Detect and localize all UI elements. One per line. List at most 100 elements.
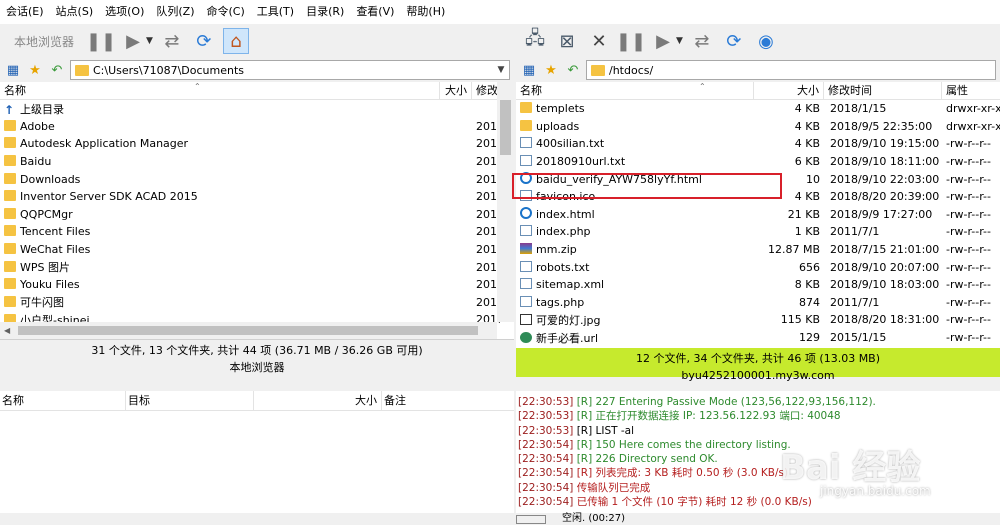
column-size[interactable]: 大小 <box>440 81 472 100</box>
favorite-star-icon[interactable]: ★ <box>26 63 44 78</box>
folder-icon <box>4 137 16 149</box>
file-name-cell: index.php <box>516 225 754 238</box>
menu-item[interactable]: 会话(E) <box>0 0 50 24</box>
refresh-icon[interactable]: ⟳ <box>191 28 217 54</box>
column-name[interactable]: 名称 <box>516 81 754 100</box>
file-size: 8 KB <box>794 278 820 292</box>
file-attributes: drwxr-xr-x <box>946 119 1000 133</box>
menu-item[interactable]: 选项(O) <box>99 0 150 24</box>
site-map-icon[interactable]: ▦ <box>520 63 538 78</box>
disconnect-icon[interactable]: ⊠ <box>554 28 580 54</box>
file-name: Tencent Files <box>20 225 91 239</box>
transfer-icon[interactable]: ⇄ <box>689 28 715 54</box>
chevron-down-icon[interactable]: ▼ <box>493 65 509 75</box>
table-row[interactable]: Tencent Files2016 <box>0 223 514 241</box>
play-icon[interactable]: ▶ <box>120 28 146 54</box>
file-name: 上级目录 <box>20 102 64 116</box>
menu-item[interactable]: 查看(V) <box>350 0 400 24</box>
folder-icon <box>4 278 16 290</box>
log-line: [22:30:54] 已传输 1 个文件 (10 字节) 耗时 12 秒 (0.… <box>516 495 1000 509</box>
table-row[interactable]: WeChat Files2017 <box>0 241 514 259</box>
local-vertical-scrollbar[interactable] <box>497 82 514 322</box>
menu-item[interactable]: 帮助(H) <box>400 0 451 24</box>
home-icon[interactable]: ⌂ <box>222 28 249 54</box>
column-size[interactable]: 大小 <box>754 81 824 100</box>
local-path-input[interactable]: C:\Users\71087\Documents ▼ <box>70 60 510 80</box>
file-name-cell: favicon.ico <box>516 190 754 203</box>
table-row[interactable]: Autodesk Application Manager2016 <box>0 135 514 153</box>
file-name-cell: mm.zip <box>516 243 754 256</box>
queue-column-name[interactable]: 名称 <box>0 390 126 411</box>
log-timestamp: [22:30:54] <box>518 496 574 509</box>
play-icon[interactable]: ▶ <box>650 28 676 54</box>
remote-path-input[interactable]: /htdocs/ <box>586 60 996 80</box>
table-row[interactable]: 20180910url.txt 6 KB 2018/9/10 18:11:00 -rw… <box>516 153 1000 171</box>
table-row[interactable]: mm.zip 12.87 MB 2018/7/15 21:01:00 -rw-r--r… <box>516 241 1000 259</box>
file-size: 4 KB <box>794 190 820 204</box>
globe-icon[interactable]: ◉ <box>753 28 779 54</box>
file-name-cell: sitemap.xml <box>516 278 754 291</box>
table-row[interactable]: 400silian.txt 4 KB 2018/9/10 19:15:00 -rw-r… <box>516 135 1000 153</box>
scroll-thumb[interactable] <box>18 326 478 335</box>
scroll-thumb[interactable] <box>500 100 511 155</box>
table-row[interactable]: favicon.ico 4 KB 2018/8/20 20:39:00 -rw-r--… <box>516 188 1000 206</box>
column-attributes[interactable]: 属性 <box>942 82 1000 100</box>
connect-icon[interactable]: 🖧 <box>522 28 548 54</box>
table-row[interactable]: templets 4 KB 2018/1/15 drwxr-xr-x <box>516 100 1000 118</box>
table-row[interactable]: WPS 图片2017 <box>0 258 514 276</box>
table-row[interactable]: 新手必看.url 129 2015/1/15 -rw-r--r-- <box>516 329 1000 347</box>
table-row[interactable]: baidu_verify_AYW758lyYf.html 10 2018/9/10 … <box>516 170 1000 188</box>
queue-column-target[interactable]: 目标 <box>126 390 254 411</box>
file-attributes: -rw-r--r-- <box>946 207 991 221</box>
transfer-icon[interactable]: ⇄ <box>159 28 185 54</box>
menu-item[interactable]: 站点(S) <box>50 0 100 24</box>
file-attributes: drwxr-xr-x <box>946 102 1000 116</box>
column-name[interactable]: 名称 <box>0 81 440 100</box>
back-arrow-icon[interactable]: ↶ <box>564 63 582 78</box>
favorite-star-icon[interactable]: ★ <box>542 63 560 78</box>
table-row[interactable]: sitemap.xml 8 KB 2018/9/10 18:03:00 -rw-r--… <box>516 276 1000 294</box>
cancel-icon[interactable]: ✕ <box>586 28 612 54</box>
table-row[interactable]: robots.txt 656 2018/9/10 20:07:00 -rw-r--r-… <box>516 258 1000 276</box>
table-row[interactable]: uploads 4 KB 2018/9/5 22:35:00 drwxr-xr-x <box>516 118 1000 136</box>
table-row[interactable]: Baidu2017 <box>0 153 514 171</box>
table-row[interactable]: Downloads2016 <box>0 170 514 188</box>
table-row[interactable]: Adobe2016 <box>0 118 514 136</box>
sort-caret-icon: ⌃ <box>699 82 706 91</box>
table-row[interactable]: index.html 21 KB 2018/9/9 17:27:00 -rw-r--r… <box>516 206 1000 224</box>
local-horizontal-scrollbar[interactable]: ◀ <box>0 322 497 339</box>
table-row[interactable]: tags.php 874 2011/7/1 -rw-r--r-- <box>516 294 1000 312</box>
pause-icon[interactable]: ❚❚ <box>86 28 116 54</box>
file-name: Inventor Server SDK ACAD 2015 <box>20 190 198 204</box>
chevron-down-icon[interactable]: ▼ <box>676 36 683 46</box>
refresh-icon[interactable]: ⟳ <box>721 28 747 54</box>
chevron-down-icon[interactable]: ▼ <box>146 36 153 46</box>
pause-icon[interactable]: ❚❚ <box>616 28 646 54</box>
folder-icon <box>75 64 89 76</box>
scroll-left-icon[interactable]: ◀ <box>4 326 10 335</box>
menu-item[interactable]: 目录(R) <box>300 0 350 24</box>
table-row[interactable]: index.php 1 KB 2011/7/1 -rw-r--r-- <box>516 223 1000 241</box>
site-map-icon[interactable]: ▦ <box>4 63 22 78</box>
local-path-bar: ▦ ★ ↶ C:\Users\71087\Documents ▼ <box>0 58 514 82</box>
file-modified-time: 2018/9/10 19:15:00 <box>830 137 940 151</box>
file-name-cell: uploads <box>516 119 754 133</box>
table-row[interactable]: QQPCMgr2017 <box>0 206 514 224</box>
menu-item[interactable]: 工具(T) <box>251 0 300 24</box>
table-row[interactable]: ↑ 上级目录 <box>0 100 514 118</box>
queue-column-size[interactable]: 大小 <box>254 390 382 411</box>
file-modified-time: 2018/8/20 18:31:00 <box>830 313 940 327</box>
file-name-cell: 400silian.txt <box>516 137 754 150</box>
menu-item[interactable]: 队列(Z) <box>150 0 200 24</box>
table-row[interactable]: Inventor Server SDK ACAD 20152016 <box>0 188 514 206</box>
file-attributes: -rw-r--r-- <box>946 260 991 274</box>
column-modified-time[interactable]: 修改时间 <box>824 81 942 100</box>
table-row[interactable]: 可牛闪图2017 <box>0 294 514 312</box>
table-row[interactable]: 可爱的灯.jpg 115 KB 2018/8/20 18:31:00 -rw-r--r… <box>516 311 1000 329</box>
file-name-cell: Inventor Server SDK ACAD 2015 <box>0 190 474 203</box>
menu-item[interactable]: 命令(C) <box>201 0 251 24</box>
table-row[interactable]: Youku Files2016 <box>0 276 514 294</box>
queue-column-notes[interactable]: 备注 <box>382 391 514 411</box>
url-file-icon <box>520 331 532 343</box>
back-arrow-icon[interactable]: ↶ <box>48 63 66 78</box>
